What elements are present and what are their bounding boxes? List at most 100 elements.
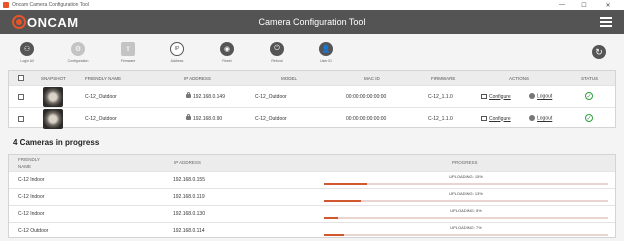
toolbar: ⚇ Login All ⚙ Configuration ⇪ Firmware I…: [0, 34, 624, 68]
maximize-icon[interactable]: ☐: [574, 0, 594, 10]
login-all-button[interactable]: ⚇ Login All: [10, 42, 44, 63]
camera-ip-value: 192.168.0.90: [193, 115, 223, 122]
col-progress: PROGRESS: [452, 160, 478, 165]
progress-bar: [324, 200, 608, 202]
configure-link[interactable]: Configure: [481, 94, 511, 100]
app-header: ONCAM Camera Configuration Tool: [0, 10, 624, 34]
minimize-icon[interactable]: —: [552, 0, 572, 10]
camera-firmware: C-12_1.1.0: [428, 115, 453, 122]
progress-camera-ip: 192.168.0.155: [173, 177, 205, 183]
address-label: Address: [170, 59, 184, 63]
user-id-button[interactable]: 👤 User ID: [309, 42, 343, 63]
login-all-label: Login All: [20, 59, 34, 63]
firmware-label: Firmware: [120, 59, 136, 63]
camera-ip: 192.168.0.149: [186, 91, 225, 100]
progress-bar: [324, 234, 608, 236]
camera-table: SNAPSHOT FRIENDLY NAME IP ADDRESS MODEL …: [8, 70, 616, 129]
progress-status-text: UPLOADING: 15%: [449, 174, 483, 179]
lock-icon: [186, 91, 191, 98]
progress-camera-ip: 192.168.0.119: [173, 194, 205, 200]
progress-camera-ip: 192.168.0.130: [173, 211, 205, 217]
col-actions: ACTIONS: [509, 75, 530, 81]
progress-camera-name: C-12 Indoor: [18, 194, 45, 200]
progress-row: C-12 Indoor 192.168.0.119 UPLOADING: 13%: [9, 188, 615, 205]
power-icon: ⏻: [270, 42, 284, 56]
window-title: Oncam Camera Configuration Tool: [12, 2, 89, 8]
window-titlebar: Oncam Camera Configuration Tool — ☐ ✕: [0, 0, 624, 10]
camera-row[interactable]: C-12_Outdoor 192.168.0.149 C-12_Outdoor …: [9, 85, 615, 107]
col-snapshot: SNAPSHOT: [41, 75, 66, 81]
user-icon: [529, 115, 535, 122]
logout-link[interactable]: Logout: [529, 93, 553, 100]
col-mac-id: MAC ID: [364, 75, 380, 81]
camera-snapshot: [43, 109, 63, 129]
camera-model: C-12_Outdoor: [255, 93, 287, 100]
row-checkbox[interactable]: [18, 116, 24, 122]
ip-address-icon: IP: [170, 42, 184, 56]
progress-bar: [324, 183, 608, 185]
logout-label: Logout: [537, 93, 553, 100]
progress-bar-fill: [324, 200, 361, 202]
progress-status-text: UPLOADING: 7%: [450, 225, 482, 230]
configure-icon: [481, 93, 487, 99]
status-ok-icon: ✓: [585, 92, 593, 100]
progress-section-title: 4 Cameras in progress: [13, 138, 100, 147]
gear-icon: ⚙: [71, 42, 85, 56]
progress-camera-name: C-12 Indoor: [18, 211, 45, 217]
logout-link[interactable]: Logout: [529, 115, 553, 122]
logout-label: Logout: [537, 115, 553, 122]
progress-bar-fill: [324, 217, 339, 219]
progress-row: C-12 Outdoor 192.168.0.114 UPLOADING: 7%: [9, 222, 615, 239]
firmware-button[interactable]: ⇪ Firmware: [111, 42, 145, 63]
camera-table-header: SNAPSHOT FRIENDLY NAME IP ADDRESS MODEL …: [9, 71, 615, 85]
refresh-button[interactable]: ↻: [592, 45, 606, 59]
progress-camera-ip: 192.168.0.114: [173, 228, 205, 234]
close-icon[interactable]: ✕: [598, 0, 618, 10]
camera-ip-value: 192.168.0.149: [193, 93, 225, 100]
camera-ip: 192.168.0.90: [186, 113, 223, 122]
camera-name: C-12_Outdoor: [85, 115, 117, 122]
progress-bar-fill: [324, 234, 344, 236]
camera-name: C-12_Outdoor: [85, 93, 117, 100]
camera-model: C-12_Outdoor: [255, 115, 287, 122]
configuration-label: Configuration: [67, 59, 89, 63]
progress-camera-name: C-12 Indoor: [18, 177, 45, 183]
camera-mac: 00:00:00:00:00:00: [346, 93, 387, 100]
status-ok-icon: ✓: [585, 114, 593, 122]
col-firmware: FIRMWARE: [431, 75, 456, 81]
col-friendly-name-line1: FRIENDLY: [18, 157, 40, 162]
reset-label: Reset: [222, 59, 232, 63]
progress-row: C-12 Indoor 192.168.0.155 UPLOADING: 15%: [9, 171, 615, 188]
camera-snapshot: [43, 87, 63, 107]
configure-label: Configure: [489, 93, 511, 100]
reboot-button[interactable]: ⏻ Reboot: [260, 42, 294, 63]
configure-icon: [481, 115, 487, 121]
row-checkbox[interactable]: [18, 94, 24, 100]
camera-row[interactable]: C-12_Outdoor 192.168.0.90 C-12_Outdoor 0…: [9, 107, 615, 129]
col-friendly-name: FRIENDLY NAME: [85, 75, 122, 81]
configure-link[interactable]: Configure: [481, 116, 511, 122]
progress-bar-fill: [324, 183, 367, 185]
user-icon: [529, 93, 535, 100]
user-id-label: User ID: [320, 59, 332, 63]
camera-firmware: C-12_1.1.0: [428, 93, 453, 100]
configure-label: Configure: [489, 115, 511, 122]
reset-button[interactable]: ◉ Reset: [210, 42, 244, 63]
address-button[interactable]: IP Address: [160, 42, 194, 63]
col-ip-address: IP ADDRESS: [174, 160, 201, 165]
app-title: Camera Configuration Tool: [258, 17, 366, 27]
login-all-icon: ⚇: [20, 42, 34, 56]
refresh-icon: ↻: [595, 46, 603, 57]
configuration-button[interactable]: ⚙ Configuration: [61, 42, 95, 63]
reset-icon: ◉: [220, 42, 234, 56]
hamburger-menu-icon[interactable]: [600, 17, 612, 27]
col-friendly-name-line2: NAME: [18, 164, 32, 169]
upload-icon: ⇪: [121, 42, 135, 56]
select-all-checkbox[interactable]: [18, 75, 24, 81]
app-icon: [3, 2, 9, 8]
progress-table-header: FRIENDLY NAME IP ADDRESS PROGRESS: [9, 155, 615, 171]
progress-table: FRIENDLY NAME IP ADDRESS PROGRESS C-12 I…: [8, 154, 616, 238]
user-id-icon: 👤: [319, 42, 333, 56]
progress-bar: [324, 217, 608, 219]
col-ip-address: IP ADDRESS: [184, 75, 211, 81]
